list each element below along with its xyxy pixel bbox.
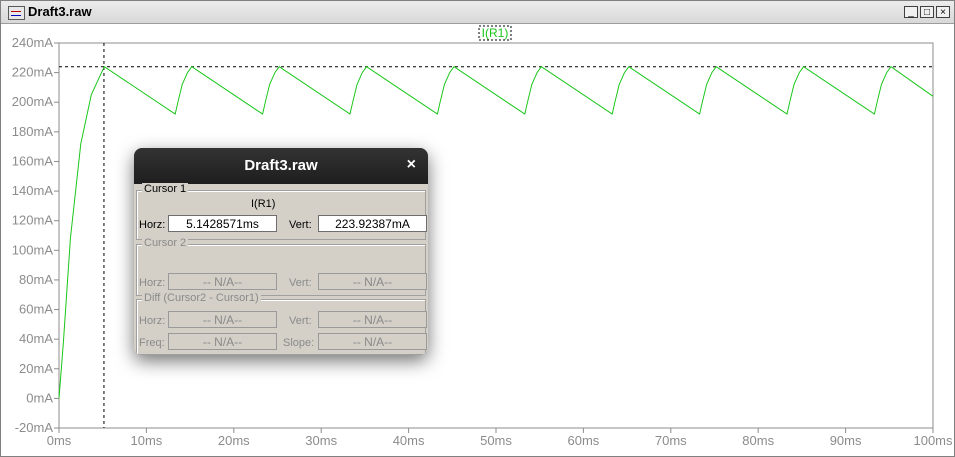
y-tick-label: 160mA (12, 153, 54, 168)
diff-slope-label: Slope: (283, 337, 315, 349)
minimize-button[interactable]: _ (904, 6, 918, 18)
window-title: Draft3.raw (28, 4, 92, 19)
diff-vert-field: -- N/A-- (318, 311, 427, 328)
title-bar[interactable]: Draft3.raw _ □ × (1, 1, 954, 24)
waveform-app-icon (8, 6, 25, 20)
cursor1-vert-field[interactable]: 223.92387mA (318, 215, 427, 232)
cursor2-group: Cursor 2 Horz: -- N/A-- Vert: -- N/A-- (136, 237, 427, 296)
cursor2-horz-field: -- N/A-- (168, 273, 277, 290)
y-tick-label: 100mA (12, 242, 54, 257)
dialog-header[interactable]: Draft3.raw × (134, 148, 428, 184)
diff-slope-field: -- N/A-- (318, 333, 427, 350)
cursor2-vert-label: Vert: (289, 277, 312, 289)
diff-group: Diff (Cursor2 - Cursor1) Horz: -- N/A-- … (136, 292, 427, 355)
x-tick-label: 20ms (218, 433, 250, 448)
x-tick-label: 50ms (480, 433, 512, 448)
x-tick-label: 80ms (742, 433, 774, 448)
close-button[interactable]: × (936, 6, 950, 18)
y-tick-label: 200mA (12, 94, 54, 109)
y-tick-label: 220mA (12, 65, 54, 80)
x-tick-label: 0ms (47, 433, 72, 448)
cursor2-horz-label: Horz: (139, 277, 166, 289)
x-tick-label: 70ms (655, 433, 687, 448)
cursor-dialog[interactable]: Draft3.raw × Cursor 1 I(R1) Horz: 5.1428… (134, 148, 428, 355)
x-tick-label: 100ms (913, 433, 953, 448)
diff-vert-label: Vert: (289, 315, 312, 327)
cursor1-vert-label: Vert: (289, 219, 312, 231)
cursor1-horz-label: Horz: (139, 219, 166, 231)
x-tick-label: 90ms (830, 433, 862, 448)
cursor2-vert-field: -- N/A-- (318, 273, 427, 290)
x-tick-label: 30ms (305, 433, 337, 448)
diff-title: Diff (Cursor2 - Cursor1) (142, 292, 261, 304)
y-tick-label: 20mA (19, 361, 53, 376)
x-tick-label: 10ms (131, 433, 163, 448)
cursor1-trace-name: I(R1) (251, 198, 276, 210)
diff-horz-field: -- N/A-- (168, 311, 277, 328)
dialog-title: Draft3.raw (244, 157, 318, 174)
y-tick-label: 40mA (19, 331, 53, 346)
y-tick-label: 60mA (19, 302, 53, 317)
y-tick-label: 0mA (26, 390, 53, 405)
x-tick-label: 60ms (568, 433, 600, 448)
y-tick-label: 120mA (12, 213, 54, 228)
y-tick-label: 240mA (12, 35, 54, 50)
dialog-close-icon[interactable]: × (407, 156, 416, 174)
waveform-window: Draft3.raw _ □ × 240mA 220mA 200mA 180mA 160… (0, 0, 955, 457)
x-tick-label: 40ms (393, 433, 425, 448)
diff-freq-label: Freq: (139, 337, 165, 349)
cursor1-horz-field[interactable]: 5.1428571ms (168, 215, 277, 232)
maximize-button[interactable]: □ (920, 6, 934, 18)
diff-freq-field: -- N/A-- (168, 333, 277, 350)
y-tick-label: 140mA (12, 183, 54, 198)
y-tick-label: 180mA (12, 124, 54, 139)
cursor1-group: Cursor 1 I(R1) Horz: 5.1428571ms Vert: 2… (136, 183, 427, 240)
cursor1-title: Cursor 1 (142, 183, 189, 195)
cursor2-title: Cursor 2 (142, 237, 189, 249)
trace-label[interactable]: I(R1) (482, 26, 509, 40)
diff-horz-label: Horz: (139, 315, 166, 327)
y-tick-label: 80mA (19, 272, 53, 287)
